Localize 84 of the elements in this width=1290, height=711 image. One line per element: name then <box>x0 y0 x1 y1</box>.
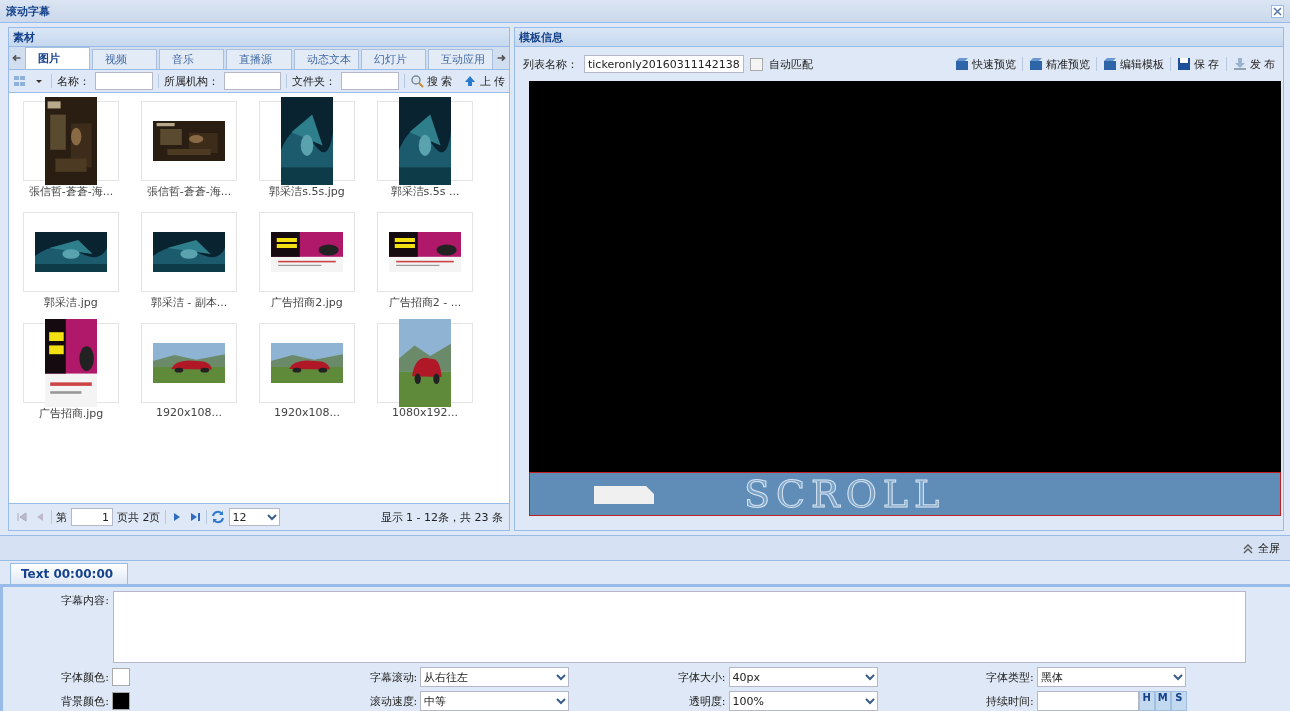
thumbnail[interactable] <box>141 323 237 403</box>
thumbnail[interactable] <box>377 212 473 292</box>
file-name: 1080x192... <box>392 406 458 419</box>
field-label: 背景颜色: <box>60 693 109 709</box>
tab[interactable]: 图片 <box>25 47 91 69</box>
field-label: 字体类型: <box>985 669 1034 685</box>
clapper-icon <box>1103 57 1117 71</box>
upload-button[interactable]: 上 传 <box>462 73 505 89</box>
toolbar-button[interactable]: 发 布 <box>1232 56 1275 72</box>
field-label: 持续时间: <box>985 693 1034 709</box>
field-label: 字幕滚动: <box>368 669 418 685</box>
thumbnail[interactable] <box>141 212 237 292</box>
toolbar-button[interactable]: 快速预览 <box>955 56 1016 72</box>
thumbnail[interactable] <box>259 212 355 292</box>
toolbar-button[interactable]: 保 存 <box>1177 56 1220 72</box>
dropdown[interactable]: 100% <box>728 691 878 711</box>
document-icon <box>594 484 654 504</box>
save-icon <box>1177 57 1191 71</box>
tab[interactable]: 音乐 <box>159 49 225 69</box>
file-name: 1920x108... <box>274 406 340 419</box>
field-label: 透明度: <box>687 693 726 709</box>
dropdown[interactable]: 黑体 <box>1036 667 1186 687</box>
tab[interactable]: 互动应用 <box>427 49 493 69</box>
dropdown[interactable]: 从右往左 <box>420 667 570 687</box>
thumbnail[interactable] <box>259 323 355 403</box>
content-field[interactable] <box>113 591 1246 663</box>
filter-field[interactable] <box>223 72 282 90</box>
left-arrow-icon[interactable] <box>11 52 23 64</box>
filter-label: 文件夹： <box>292 73 337 89</box>
file-name: 郭采洁.jpg <box>44 295 98 310</box>
tab[interactable]: 视频 <box>92 49 158 69</box>
ticker-text: SCROLL <box>744 472 946 516</box>
page-summary: 显示 1 - 12条，共 23 条 <box>380 509 503 525</box>
auto-match-checkbox[interactable] <box>749 57 763 71</box>
filter-field[interactable] <box>94 72 153 90</box>
page-field[interactable]: 1 <box>71 508 113 526</box>
file-name: 广告招商2 - ... <box>388 295 462 310</box>
file-name: 張信哲-蒼蒼-海... <box>146 184 232 199</box>
field-label: 滚动速度: <box>368 693 418 709</box>
search-icon <box>410 74 424 88</box>
right-arrow-icon[interactable] <box>495 52 507 64</box>
up-arrow-icon <box>462 74 477 88</box>
close-icon[interactable] <box>1271 4 1284 18</box>
filter-label: 所属机构： <box>163 73 219 89</box>
dropdown[interactable]: 40px <box>728 667 878 687</box>
search-button[interactable]: 搜 索 <box>410 73 453 89</box>
fullscreen-button[interactable]: 全屏 <box>1241 540 1280 556</box>
panel-title: 模板信息 <box>519 29 563 45</box>
page-label: 第 <box>56 509 67 525</box>
clapper-icon <box>1029 57 1043 71</box>
file-name: 郭采洁s.5s.jpg <box>269 184 345 199</box>
thumbnail[interactable] <box>23 212 119 292</box>
file-name: 張信哲-蒼蒼-海... <box>28 184 114 199</box>
thumbnail[interactable] <box>141 101 237 181</box>
file-name: 郭采洁 - 副本... <box>150 295 228 310</box>
list-name-field[interactable]: tickeronly20160311142138 <box>584 55 744 73</box>
refresh-icon[interactable] <box>210 510 225 524</box>
window-title: 滚动字幕 <box>6 3 50 19</box>
panel-title: 素材 <box>13 29 35 45</box>
file-name: 广告招商2.jpg <box>271 295 343 310</box>
tab[interactable]: 幻灯片 <box>360 49 426 69</box>
tab[interactable]: 动态文本 <box>293 49 359 69</box>
field-label: 字体颜色: <box>60 669 109 685</box>
tab[interactable]: 直播源 <box>226 49 292 69</box>
field-label: 字幕内容: <box>60 593 109 609</box>
file-name: 1920x108... <box>156 406 222 419</box>
duration-field[interactable] <box>1036 691 1139 711</box>
filter-field[interactable] <box>341 72 400 90</box>
page-size-select[interactable]: 12 <box>228 508 280 526</box>
auto-match-label: 自动匹配 <box>768 56 813 72</box>
color-swatch[interactable] <box>112 692 130 710</box>
color-swatch[interactable] <box>112 668 130 686</box>
filter-label: 名称： <box>56 73 90 89</box>
page-count: 页共 2页 <box>117 509 161 525</box>
clapper-icon <box>955 57 969 71</box>
field-label: 字体大小: <box>676 669 726 685</box>
download-icon <box>1232 57 1247 71</box>
dropdown[interactable]: 中等 <box>420 691 570 711</box>
toolbar-button[interactable]: 精准预览 <box>1029 56 1090 72</box>
file-name: 郭采洁s.5s ... <box>390 184 460 199</box>
tab[interactable]: Text 00:00:00 <box>10 563 129 584</box>
file-name: 广告招商.jpg <box>38 406 104 421</box>
list-name-label: 列表名称： <box>523 56 578 72</box>
toolbar-button[interactable]: 编辑模板 <box>1103 56 1164 72</box>
